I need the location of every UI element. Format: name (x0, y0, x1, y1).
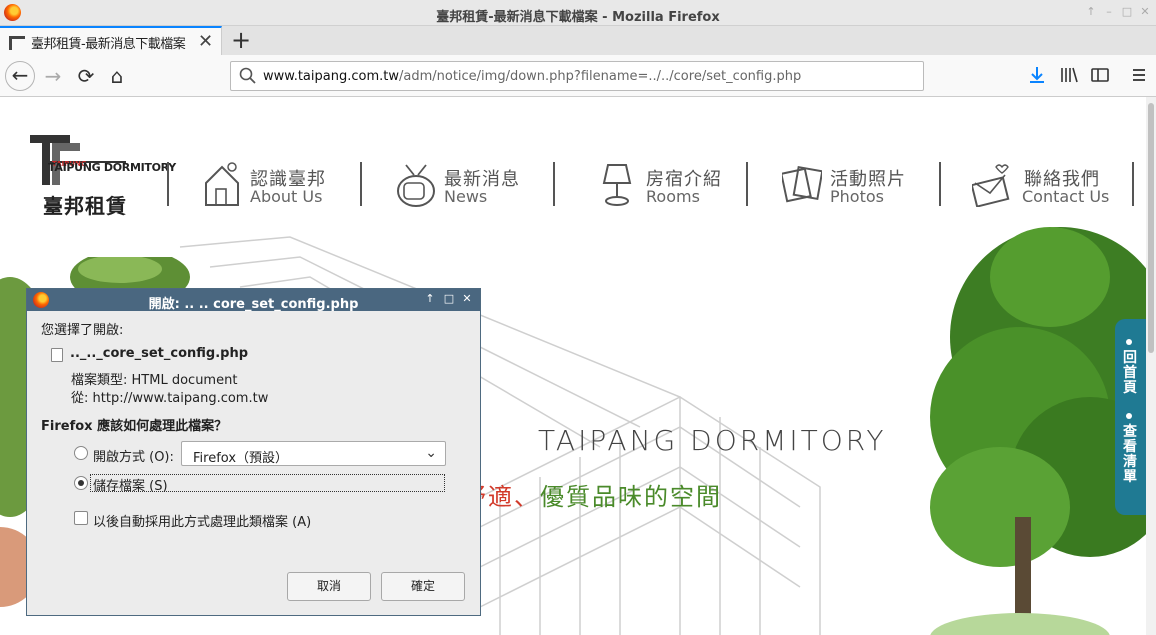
home-button[interactable]: ⌂ (102, 61, 132, 91)
bullet-icon (1126, 413, 1132, 419)
save-file-label[interactable]: 儲存檔案 (S) (93, 475, 168, 494)
open-file-dialog: 開啟: .. .. core_set_config.php ↑ □ ✕ 您選擇了… (26, 288, 481, 616)
tab-close-icon[interactable]: ✕ (198, 31, 213, 52)
window-title: 臺邦租賃-最新消息下載檔案 - Mozilla Firefox (436, 10, 720, 25)
lamp-icon (602, 164, 632, 206)
dialog-raise-button[interactable]: ↑ (423, 292, 437, 306)
bullet-icon (1126, 339, 1132, 345)
page-scrollbar[interactable] (1146, 97, 1156, 635)
dialog-titlebar: 開啟: .. .. core_set_config.php ↑ □ ✕ (27, 289, 480, 312)
downloads-icon[interactable] (1026, 64, 1048, 86)
file-type-label: 檔案類型: (71, 373, 128, 388)
dialog-maximize-button[interactable]: □ (442, 292, 456, 306)
menu-divider (553, 162, 555, 206)
ok-button[interactable]: 確定 (381, 572, 465, 601)
menu-item-label-en: News (444, 187, 488, 206)
menu-divider (1132, 162, 1134, 206)
envelope-icon (972, 164, 1010, 207)
dialog-title: 開啟: .. .. core_set_config.php (148, 297, 359, 312)
site-favicon-icon (9, 36, 25, 50)
tab-strip: 臺邦租賃-最新消息下載檔案 ✕ + (0, 26, 1156, 55)
tab-label: 臺邦租賃-最新消息下載檔案 (31, 37, 186, 52)
house-icon (205, 162, 239, 206)
firefox-window: 臺邦租賃-最新消息下載檔案 - Mozilla Firefox ↑ – □ ✕ … (0, 0, 1156, 635)
window-titlebar: 臺邦租賃-最新消息下載檔案 - Mozilla Firefox ↑ – □ ✕ (0, 0, 1156, 26)
dialog-close-button[interactable]: ✕ (460, 292, 474, 306)
window-close-button[interactable]: ✕ (1138, 5, 1152, 19)
dialog-intro-text: 您選擇了開啟: (41, 323, 124, 338)
dialog-file-type: 檔案類型: HTML document (71, 369, 237, 388)
new-tab-button[interactable]: + (230, 26, 252, 54)
menu-divider (360, 162, 362, 206)
menu-item-about[interactable]: 認識臺邦 About Us (202, 155, 352, 215)
file-icon (51, 348, 63, 362)
menu-item-label-en: About Us (250, 187, 323, 206)
file-source-label: 從: (71, 391, 89, 406)
open-with-value: Firefox（預設） (193, 451, 289, 466)
menu-item-label-en: Rooms (646, 187, 700, 206)
menu-icon[interactable] (1128, 64, 1150, 86)
menu-divider (746, 162, 748, 206)
cancel-button[interactable]: 取消 (287, 572, 371, 601)
url-bar[interactable]: www.taipang.com.tw/adm/notice/img/down.p… (230, 61, 924, 91)
always-do-this-label[interactable]: 以後自動採用此方式處理此類檔案 (A) (93, 511, 311, 530)
save-file-radio[interactable] (74, 476, 88, 490)
menu-item-news[interactable]: 最新消息 News (396, 155, 546, 215)
always-do-this-checkbox[interactable] (74, 511, 88, 525)
library-icon[interactable] (1058, 64, 1080, 86)
hero-title-english: TAIPANG DORMITORY (538, 424, 887, 457)
logo-english-text: TAIPUNG DORMITORY (48, 161, 176, 174)
menu-item-contact[interactable]: 聯絡我們 Contact Us (972, 155, 1122, 215)
url-host: www.taipang.com.tw (263, 69, 399, 84)
side-tab-list-link[interactable]: 查看清單 (1120, 425, 1140, 485)
hero-slogan-green: 優質品味的空間 (540, 483, 722, 511)
search-icon (239, 67, 256, 84)
window-raise-button[interactable]: ↑ (1084, 5, 1098, 19)
open-with-select[interactable]: Firefox（預設） ⌄ (181, 441, 446, 466)
window-maximize-button[interactable]: □ (1120, 5, 1134, 19)
url-text: www.taipang.com.tw/adm/notice/img/down.p… (263, 69, 801, 84)
dialog-filename: .._.._core_set_config.php (70, 346, 249, 361)
reload-button[interactable]: ⟳ (71, 61, 101, 91)
chevron-down-icon: ⌄ (425, 445, 437, 461)
url-path: /adm/notice/img/down.php?filename=../../… (398, 69, 802, 84)
menu-item-photos[interactable]: 活動照片 Photos (782, 155, 932, 215)
back-button[interactable]: ← (5, 61, 35, 91)
open-with-label[interactable]: 開啟方式 (O): (93, 446, 174, 465)
logo-chinese-text: 臺邦租賃 (43, 194, 127, 218)
forward-button[interactable]: → (38, 61, 68, 91)
dialog-file-source: 從: http://www.taipang.com.tw (71, 387, 268, 406)
menu-divider (167, 162, 169, 206)
menu-item-label-en: Photos (830, 187, 884, 206)
menu-item-label-en: Contact Us (1022, 187, 1110, 206)
tab-active[interactable]: 臺邦租賃-最新消息下載檔案 ✕ (0, 26, 222, 55)
dialog-question: Firefox 應該如何處理此檔案？ (41, 419, 228, 434)
navigation-toolbar: ← → ⟳ ⌂ www.taipang.com.tw/adm/notice/im… (0, 55, 1156, 97)
photos-icon (782, 165, 822, 203)
file-source-value: http://www.taipang.com.tw (92, 391, 269, 406)
file-type-value: HTML document (131, 373, 238, 388)
floating-side-tab: 回首頁 查看清單 (1115, 319, 1147, 515)
window-minimize-button[interactable]: – (1102, 5, 1116, 19)
scrollbar-thumb[interactable] (1148, 103, 1154, 353)
hero-slogan: 舒適、優質品味的空間 (462, 477, 722, 512)
open-with-radio[interactable] (74, 446, 88, 460)
sidebar-icon[interactable] (1089, 64, 1111, 86)
side-tab-home-link[interactable]: 回首頁 (1120, 351, 1140, 396)
tv-icon (397, 164, 435, 207)
menu-item-rooms[interactable]: 房宿介紹 Rooms (598, 155, 738, 215)
menu-divider (939, 162, 941, 206)
